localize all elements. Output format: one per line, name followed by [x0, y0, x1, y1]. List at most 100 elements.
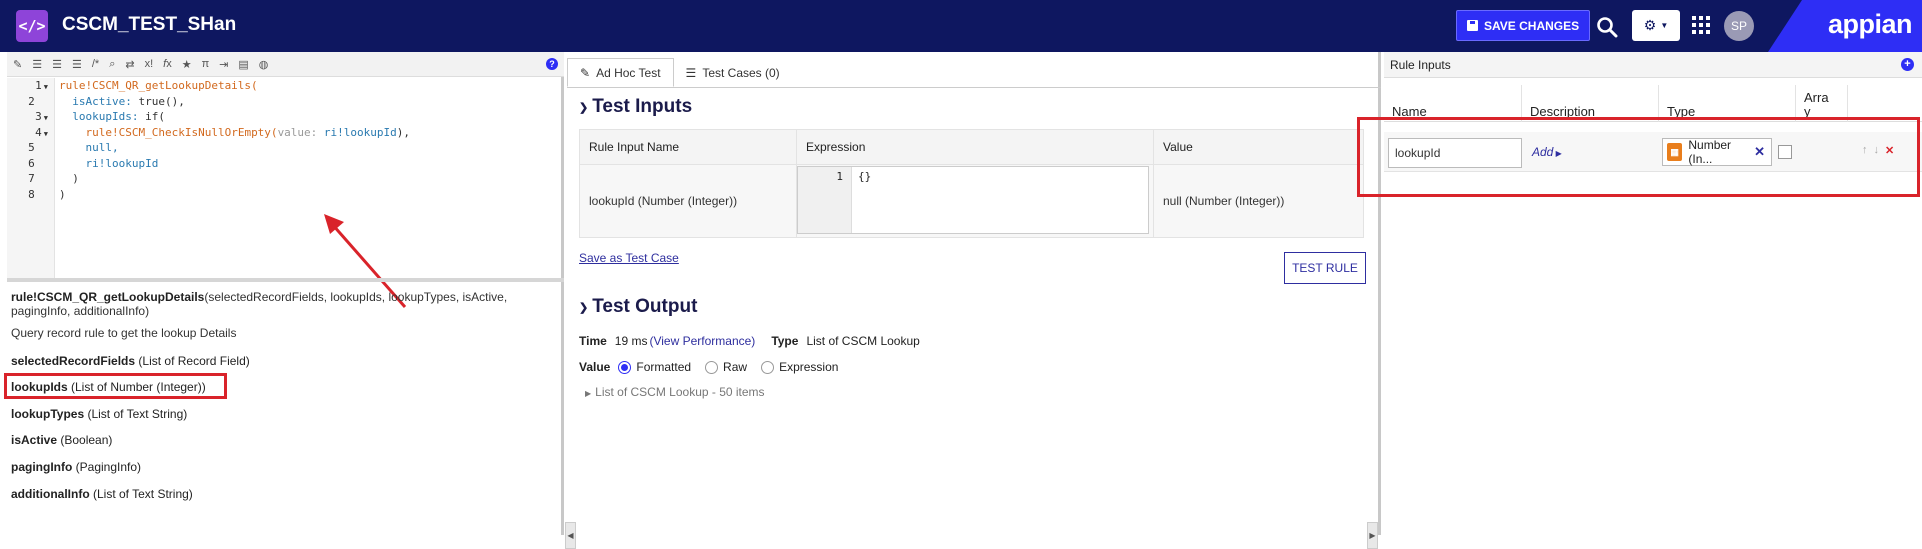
search-icon[interactable]: ⌕	[109, 58, 115, 71]
save-as-test-case-link[interactable]: Save as Test Case	[579, 251, 679, 265]
param-item: lookupTypes (List of Text String)	[11, 407, 187, 421]
caret-right-icon: ▶	[585, 389, 592, 398]
rule-description: Query record rule to get the lookup Deta…	[11, 326, 237, 340]
format-icon[interactable]: ✎	[13, 58, 22, 71]
appian-logo: appian	[1828, 9, 1913, 39]
rule-name: rule!CSCM_QR_getLookupDetails	[11, 290, 205, 304]
column-header: Value	[1153, 129, 1364, 165]
line-gutter: 1 ▼ 2 3 ▼ 4 ▼ 5 6 7 8	[7, 78, 55, 278]
variable-icon[interactable]: x!	[145, 58, 154, 70]
column-header: Arra y	[1804, 90, 1829, 119]
red-highlight-box	[1357, 117, 1920, 197]
code-token: value:	[277, 125, 318, 139]
edit-icon: ✎	[580, 65, 591, 80]
code-token: )	[59, 187, 66, 201]
code-token: )	[72, 172, 79, 185]
search-icon[interactable]	[1596, 16, 1618, 38]
help-icon[interactable]: ?	[546, 58, 558, 70]
save-changes-button[interactable]: SAVE CHANGES	[1456, 10, 1591, 41]
chevron-down-icon: ❯	[579, 301, 589, 314]
outdent-icon[interactable]: ☰	[52, 58, 62, 71]
app-title: CSCM_TEST_SHan	[62, 14, 237, 35]
code-token: lookupIds:	[72, 110, 139, 123]
expression-value: {}	[858, 170, 872, 183]
radio-selected-icon	[618, 360, 632, 374]
test-inputs-section-toggle[interactable]: ❯ Test Inputs	[579, 96, 692, 118]
expression-input[interactable]: 1 {}	[797, 166, 1149, 234]
radio-icon	[705, 360, 719, 374]
tab-test-cases[interactable]: ☰ Test Cases (0)	[674, 58, 792, 87]
collapse-left-button[interactable]: ◀	[565, 522, 576, 549]
line-number: 1	[35, 79, 42, 92]
value-format-row: Value Formatted Raw Expression	[579, 360, 844, 374]
rule-icon[interactable]: ⇥	[219, 58, 228, 71]
test-rule-button[interactable]: TEST RULE	[1284, 252, 1366, 284]
radio-label: Raw	[723, 360, 748, 374]
param-type: (List of Text String)	[84, 407, 188, 421]
fold-arrow-icon[interactable]: ▼	[44, 114, 48, 122]
save-disk-icon	[1467, 20, 1478, 31]
line-number: 8	[28, 187, 35, 201]
test-output-section-toggle[interactable]: ❯ Test Output	[579, 296, 697, 318]
result-summary: List of CSCM Lookup - 50 items	[595, 385, 765, 399]
value-cell: null (Number (Integer))	[1153, 164, 1364, 238]
param-name: lookupTypes	[11, 407, 85, 421]
list-icon: ☰	[685, 65, 697, 80]
output-meta: Time 19 ms (View Performance) Type List …	[579, 334, 920, 348]
radio-label: Formatted	[636, 360, 692, 374]
test-tabs: ✎ Ad Hoc Test ☰ Test Cases (0)	[567, 58, 792, 87]
indent-icon[interactable]: ☰	[32, 58, 42, 71]
replace-icon[interactable]: ⇄	[125, 58, 134, 71]
tab-label: Ad Hoc Test	[596, 65, 661, 80]
rule-signature: rule!CSCM_QR_getLookupDetails(selectedRe…	[11, 290, 551, 318]
favorite-icon[interactable]: ★	[182, 58, 192, 71]
app-code-icon[interactable]: </>	[16, 10, 48, 42]
result-tree-item[interactable]: ▶ List of CSCM Lookup - 50 items	[585, 385, 765, 399]
line-number: 7	[28, 172, 35, 185]
rule-inputs-header: Rule Inputs +	[1384, 52, 1922, 78]
view-performance-link[interactable]: (View Performance)	[649, 334, 755, 348]
code-editor[interactable]: 1 ▼ 2 3 ▼ 4 ▼ 5 6 7 8 rule!CSCM_QR_getLooku…	[7, 78, 564, 278]
editor-toolbar: ✎ ☰ ☰ ☰ /* ⌕ ⇄ x! fx ★ π ⇥ ▤ ◍ ?	[7, 52, 564, 77]
test-output-title: Test Output	[592, 296, 698, 317]
radio-icon	[761, 360, 775, 374]
pane-splitter[interactable]	[7, 278, 564, 282]
code-lines: rule!CSCM_QR_getLookupDetails( isActive:…	[59, 78, 410, 202]
brand-area: appian	[1768, 0, 1922, 52]
code-token: rule!CSCM_QR_getLookupDetails(	[59, 79, 258, 92]
function-icon[interactable]: fx	[163, 58, 172, 70]
fold-arrow-icon[interactable]: ▼	[44, 130, 48, 138]
globe-icon[interactable]: ◍	[259, 58, 269, 71]
param-name: pagingInfo	[11, 460, 73, 474]
chevron-down-icon: ▼	[1660, 21, 1669, 30]
add-rule-input-icon[interactable]: +	[1901, 58, 1914, 71]
code-token: true(),	[131, 94, 185, 108]
param-item: isActive (Boolean)	[11, 433, 112, 447]
code-token: if(	[138, 110, 165, 123]
tabs-divider	[567, 87, 1381, 88]
time-label: Time	[579, 334, 607, 348]
param-name: additionalInfo	[11, 487, 90, 501]
app-launcher-icon[interactable]	[1692, 16, 1710, 34]
rule-input-name-cell: lookupId (Number (Integer))	[579, 164, 797, 238]
line-number: 5	[28, 141, 35, 154]
radio-expression[interactable]: Expression	[761, 360, 838, 374]
rule-documentation: rule!CSCM_QR_getLookupDetails(selectedRe…	[11, 290, 551, 340]
expression-editor-pane: ✎ ☰ ☰ ☰ /* ⌕ ⇄ x! fx ★ π ⇥ ▤ ◍ ? 1 ▼ 2 3 ▼…	[0, 52, 564, 535]
param-name: selectedRecordFields	[11, 354, 136, 368]
comment-icon[interactable]: /*	[92, 58, 99, 70]
settings-menu-button[interactable]: ⚙ ▼	[1632, 10, 1680, 41]
collapse-right-button[interactable]: ▶	[1367, 522, 1378, 549]
tab-ad-hoc-test[interactable]: ✎ Ad Hoc Test	[567, 58, 674, 87]
code-token: ri!lookupId	[317, 125, 397, 139]
constant-icon[interactable]: π	[202, 58, 210, 70]
param-type: (List of Record Field)	[135, 354, 250, 368]
radio-raw[interactable]: Raw	[705, 360, 747, 374]
fold-arrow-icon[interactable]: ▼	[44, 83, 48, 91]
list-icon[interactable]: ☰	[72, 58, 82, 71]
user-avatar[interactable]: SP	[1724, 11, 1754, 41]
record-icon[interactable]: ▤	[238, 58, 248, 71]
radio-formatted[interactable]: Formatted	[618, 360, 691, 374]
gear-icon: ⚙	[1643, 17, 1657, 33]
param-item: additionalInfo (List of Text String)	[11, 487, 193, 501]
